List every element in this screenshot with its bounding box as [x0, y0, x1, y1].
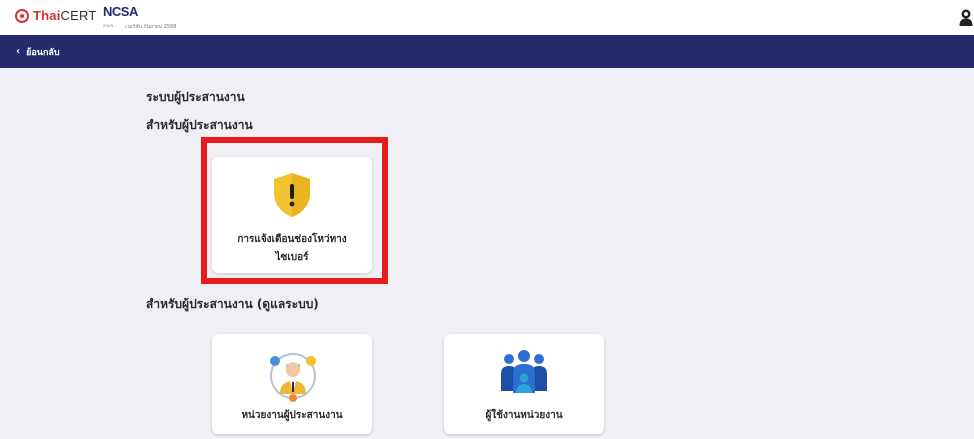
card-agency-users[interactable]: ผู้ใช้งานหน่วยงาน: [444, 334, 604, 434]
ncsa-logo-text: NCSA: [103, 4, 138, 19]
chevron-left-icon: ‹: [16, 46, 21, 57]
card-vulnerability-alert[interactable]: การแจ้งเตือนช่องโหว่ทางไซเบอร์: [212, 157, 372, 273]
user-icon[interactable]: [959, 8, 973, 26]
card-vulnerability-alert-label: การแจ้งเตือนช่องโหว่ทางไซเบอร์: [237, 234, 347, 263]
top-bar: ThaiCERT NCSA สกมช. เวอร์ชัน กันยายน 256…: [0, 0, 974, 35]
ncsa-logo-subtext: สกมช.: [103, 23, 115, 28]
version-label: เวอร์ชัน กันยายน 2568: [125, 24, 177, 30]
section-heading-coordinator: สำหรับผู้ประสานงาน: [146, 118, 253, 132]
shield-warning-icon: [274, 173, 310, 217]
nav-bar: ‹ ย้อนกลับ: [0, 35, 974, 68]
card-coordinating-unit-label: หน่วยงานผู้ประสานงาน: [241, 410, 343, 421]
card-coordinating-unit[interactable]: หน่วยงานผู้ประสานงาน: [212, 334, 372, 434]
thaicert-logo-mark-icon: [15, 8, 29, 23]
section-heading-admin: สำหรับผู้ประสานงาน (ดูแลระบบ): [146, 297, 319, 311]
thaicert-logo-prefix: Thai: [33, 8, 61, 23]
thaicert-logo[interactable]: ThaiCERT: [15, 8, 97, 23]
back-button[interactable]: ‹ ย้อนกลับ: [16, 45, 60, 59]
users-group-icon: [501, 350, 547, 393]
coordinator-person-icon: [270, 353, 316, 402]
page-title: ระบบผู้ประสานงาน: [146, 90, 245, 104]
card-agency-users-label: ผู้ใช้งานหน่วยงาน: [485, 410, 563, 421]
back-button-label: ย้อนกลับ: [26, 48, 60, 58]
ncsa-logo[interactable]: NCSA สกมช. เวอร์ชัน กันยายน 2568: [103, 4, 203, 31]
thaicert-logo-suffix: CERT: [60, 8, 97, 23]
